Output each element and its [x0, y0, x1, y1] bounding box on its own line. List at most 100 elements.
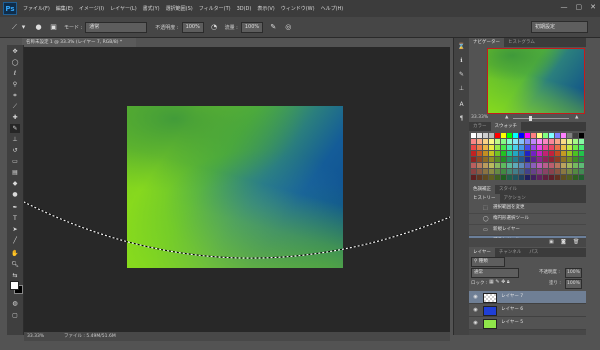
eyedropper-tool-icon[interactable]: ⟋ [10, 102, 20, 111]
path-select-tool-icon[interactable]: ➤ [10, 225, 20, 234]
swatch[interactable] [525, 133, 530, 138]
swatch[interactable] [555, 145, 560, 150]
document-tab[interactable]: 名称未設定 1 @ 33.3% (レイヤー 7, RGB/8) * [22, 38, 136, 47]
close-icon[interactable]: ✕ [590, 3, 596, 11]
swatch[interactable] [567, 151, 572, 156]
pen-tool-icon[interactable]: ✒ [10, 203, 20, 212]
swatch[interactable] [555, 151, 560, 156]
swatch[interactable] [567, 169, 572, 174]
history-item[interactable]: ⬚ 選択範囲を変更 [469, 203, 586, 214]
swatch[interactable] [507, 175, 512, 180]
brush-panel-icon[interactable]: ✎ [457, 70, 466, 79]
swatch[interactable] [519, 151, 524, 156]
swatch-grid[interactable] [471, 133, 584, 187]
swatch[interactable] [567, 163, 572, 168]
tab-history[interactable]: ヒストリー [469, 194, 500, 203]
swatch[interactable] [573, 169, 578, 174]
swatch[interactable] [555, 157, 560, 162]
swatch[interactable] [555, 175, 560, 180]
swatch[interactable] [525, 139, 530, 144]
swatch[interactable] [573, 175, 578, 180]
swatch[interactable] [549, 139, 554, 144]
swatch[interactable] [549, 157, 554, 162]
paragraph-panel-icon[interactable]: ¶ [457, 114, 466, 123]
swatch[interactable] [573, 151, 578, 156]
swatch[interactable] [513, 157, 518, 162]
swatch[interactable] [531, 133, 536, 138]
swatch[interactable] [543, 175, 548, 180]
zoom-in-icon[interactable]: ▲ [575, 114, 578, 122]
swatch[interactable] [471, 157, 476, 162]
crop-tool-icon[interactable]: ⌗ [10, 91, 20, 100]
zoom-slider-thumb[interactable] [529, 116, 532, 121]
type-tool-icon[interactable]: T [10, 214, 20, 223]
swatch[interactable] [561, 139, 566, 144]
menu-3d[interactable]: 3D(D) [237, 6, 252, 12]
swatch[interactable] [483, 145, 488, 150]
swatch[interactable] [477, 145, 482, 150]
swatch[interactable] [549, 169, 554, 174]
swatch[interactable] [489, 145, 494, 150]
swatch[interactable] [513, 139, 518, 144]
swatch[interactable] [525, 157, 530, 162]
swatch[interactable] [549, 163, 554, 168]
swatch[interactable] [519, 157, 524, 162]
tab-adjustments[interactable]: 色調補正 [469, 185, 495, 194]
foreground-color-swatch[interactable] [10, 281, 19, 290]
gradient-tool-icon[interactable]: ▤ [10, 168, 20, 177]
swatch[interactable] [537, 151, 542, 156]
swatch[interactable] [495, 169, 500, 174]
clone-source-panel-icon[interactable]: ⊥ [457, 84, 466, 93]
swatch[interactable] [471, 169, 476, 174]
quick-select-tool-icon[interactable]: ⚲ [10, 80, 20, 89]
swatch[interactable] [507, 169, 512, 174]
swatch[interactable] [555, 163, 560, 168]
swatch[interactable] [579, 145, 584, 150]
swatch[interactable] [513, 169, 518, 174]
tab-styles[interactable]: スタイル [495, 185, 521, 194]
swatch[interactable] [501, 139, 506, 144]
swatch[interactable] [495, 151, 500, 156]
swatch[interactable] [543, 169, 548, 174]
swatch[interactable] [543, 151, 548, 156]
swatch[interactable] [513, 175, 518, 180]
swatch[interactable] [567, 133, 572, 138]
menu-view[interactable]: 表示(V) [257, 5, 274, 12]
menu-layer[interactable]: レイヤー(L) [110, 5, 137, 12]
swatch[interactable] [501, 133, 506, 138]
layer-row-selected[interactable]: ◉ レイヤー 7 [469, 291, 586, 304]
eye-icon[interactable]: ◉ [472, 294, 479, 300]
swatch[interactable] [495, 175, 500, 180]
brush-panel-icon[interactable]: ▣ [49, 23, 58, 32]
swatch[interactable] [561, 169, 566, 174]
swatch[interactable] [573, 139, 578, 144]
swatch[interactable] [579, 169, 584, 174]
trash-icon[interactable]: 🗑︎ [573, 239, 579, 245]
swatch[interactable] [537, 175, 542, 180]
workspace-select[interactable]: 初期設定 [531, 21, 588, 33]
swatch[interactable] [525, 145, 530, 150]
swatch[interactable] [573, 145, 578, 150]
swatch[interactable] [561, 175, 566, 180]
swatch[interactable] [507, 145, 512, 150]
brush-tool-icon[interactable]: ✎ [10, 124, 20, 133]
swatch[interactable] [477, 175, 482, 180]
new-document-from-state-icon[interactable]: ▣ [549, 239, 554, 245]
swatch[interactable] [501, 145, 506, 150]
menu-select[interactable]: 選択範囲(S) [166, 5, 193, 12]
swatch[interactable] [579, 175, 584, 180]
tab-actions[interactable]: アクション [500, 194, 530, 203]
swatch[interactable] [543, 139, 548, 144]
swatch[interactable] [573, 163, 578, 168]
swatch[interactable] [477, 151, 482, 156]
line-tool-icon[interactable]: ╱ [10, 236, 20, 245]
swatch[interactable] [507, 151, 512, 156]
swatch[interactable] [543, 157, 548, 162]
swatch[interactable] [555, 133, 560, 138]
menu-window[interactable]: ウィンドウ(W) [281, 5, 315, 12]
swatch[interactable] [477, 133, 482, 138]
tab-color[interactable]: カラー [469, 122, 491, 131]
swatch[interactable] [531, 151, 536, 156]
swatch[interactable] [579, 151, 584, 156]
swatch[interactable] [567, 145, 572, 150]
